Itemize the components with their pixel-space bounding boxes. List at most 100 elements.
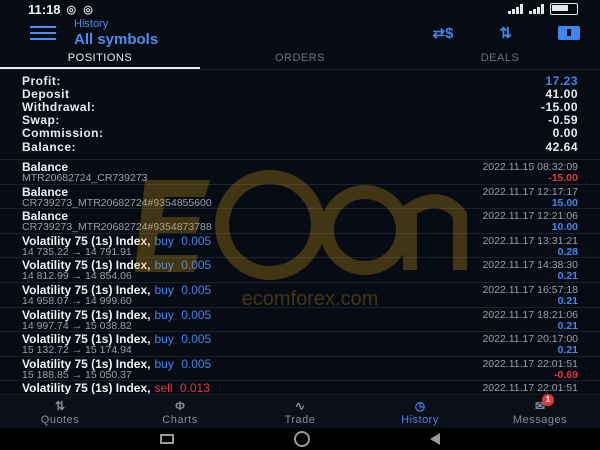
calendar-icon[interactable] bbox=[558, 26, 580, 40]
nav-trade[interactable]: ∿ Trade bbox=[240, 395, 360, 429]
deal-side: buy bbox=[154, 356, 174, 371]
status-time: 11:18 bbox=[28, 1, 61, 17]
deal-amount: 0.21 bbox=[557, 319, 578, 332]
notification-icons: ◎ ◎ bbox=[66, 3, 95, 16]
nav-history[interactable]: ◷ History bbox=[360, 395, 480, 429]
deal-row[interactable]: Volatility 75 (1s) Index, buy 0.005 2022.1… bbox=[0, 355, 600, 381]
recents-icon[interactable] bbox=[160, 434, 174, 444]
trade-icon: ∿ bbox=[294, 398, 306, 413]
summary-label: Withdrawal: bbox=[22, 99, 96, 114]
deal-amount: -15.00 bbox=[548, 172, 578, 184]
summary-value: 41.00 bbox=[545, 86, 578, 101]
deal-date: 2022.11.17 13:31:21 bbox=[482, 234, 578, 247]
deal-amount: 0.21 bbox=[557, 294, 578, 307]
deal-side: buy bbox=[154, 233, 174, 248]
home-icon[interactable] bbox=[294, 431, 310, 447]
unread-badge: 1 bbox=[542, 393, 555, 406]
deal-row[interactable]: Balance 2022.11.15 08:32:09 MTR20682724_C… bbox=[0, 159, 600, 184]
history-tabs: POSITIONS ORDERS DEALS bbox=[0, 48, 600, 70]
messages-icon: ✉ 1 bbox=[535, 393, 555, 413]
status-left: 11:18 ◎ ◎ bbox=[28, 2, 95, 17]
summary-row-commission: Commission: 0.00 bbox=[0, 126, 600, 141]
back-icon[interactable] bbox=[430, 433, 440, 445]
summary-row-deposit: Deposit 41.00 bbox=[0, 86, 600, 101]
deal-amount: 0.28 bbox=[557, 245, 578, 258]
deal-volume: 0.005 bbox=[181, 282, 212, 297]
deal-details: MTR20682724_CR739273 bbox=[22, 172, 148, 184]
deal-volume: 0.005 bbox=[181, 307, 212, 322]
deal-row[interactable]: Volatility 75 (1s) Index, buy 0.005 2022.1… bbox=[0, 331, 600, 356]
currency-exchange-icon[interactable]: ⇄$ bbox=[433, 24, 454, 42]
history-icon: ◷ bbox=[414, 398, 426, 413]
deal-side: buy bbox=[154, 332, 174, 347]
deal-details: 15 132.72 → 15 174.94 bbox=[22, 344, 132, 357]
deal-date: 2022.11.17 12:17:17 bbox=[482, 185, 578, 198]
deal-volume: 0.005 bbox=[181, 332, 212, 347]
system-navigation-bar bbox=[0, 428, 600, 450]
deal-row[interactable]: Volatility 75 (1s) Index, buy 0.005 2022.1… bbox=[0, 306, 600, 332]
deal-date: 2022.11.17 22:01:51 bbox=[482, 357, 578, 370]
deal-row[interactable]: Volatility 75 (1s) Index, buy 0.005 2022.1… bbox=[0, 257, 600, 282]
summary-label: Profit: bbox=[22, 73, 61, 88]
signal-icon-2 bbox=[529, 4, 544, 14]
status-bar: 11:18 ◎ ◎ bbox=[0, 0, 600, 18]
deal-side: buy bbox=[154, 282, 174, 297]
summary-row-withdrawal: Withdrawal: -15.00 bbox=[0, 99, 600, 114]
deal-date: 2022.11.17 22:01:51 bbox=[482, 382, 578, 395]
nav-charts[interactable]: Φ Charts bbox=[120, 395, 240, 429]
signal-icon bbox=[508, 4, 523, 14]
deal-amount: 0.21 bbox=[557, 270, 578, 283]
summary-label: Deposit bbox=[22, 86, 70, 101]
deal-volume: 0.005 bbox=[181, 258, 212, 273]
header-actions: ⇄$ ⇅ bbox=[433, 24, 580, 42]
header-titles: History All symbols bbox=[74, 19, 158, 48]
deal-details: 14 735.22 → 14 791.91 bbox=[22, 245, 132, 258]
deal-side: buy bbox=[154, 307, 174, 322]
summary-label: Swap: bbox=[22, 113, 60, 128]
deal-amount: 10.00 bbox=[551, 221, 578, 234]
summary-value: -0.59 bbox=[548, 113, 578, 128]
summary-panel: Profit: 17.23 Deposit 41.00 Withdrawal: … bbox=[0, 73, 600, 154]
deal-volume: 0.005 bbox=[181, 356, 212, 371]
deal-details: CR739273_MTR20682724#9354855600 bbox=[22, 196, 212, 209]
tab-deals[interactable]: DEALS bbox=[400, 48, 600, 69]
deal-amount: 15.00 bbox=[551, 196, 578, 209]
deal-date: 2022.11.17 18:21:06 bbox=[482, 308, 578, 321]
deal-details: 15 188.85 → 15 050.37 bbox=[22, 368, 132, 381]
nav-label: Trade bbox=[284, 413, 316, 426]
deal-details: CR739273_MTR20682724#9354873788 bbox=[22, 221, 212, 234]
nav-quotes[interactable]: ⇅ Quotes bbox=[0, 395, 120, 429]
tab-orders[interactable]: ORDERS bbox=[200, 48, 400, 69]
deal-amount: 0.21 bbox=[557, 344, 578, 357]
deal-row[interactable]: Volatility 75 (1s) Index, buy 0.005 2022.1… bbox=[0, 281, 600, 307]
summary-value: -15.00 bbox=[540, 99, 578, 114]
tab-positions[interactable]: POSITIONS bbox=[0, 48, 200, 69]
nav-label: Messages bbox=[512, 413, 568, 426]
sort-icon[interactable]: ⇅ bbox=[499, 24, 512, 42]
bottom-navigation: ⇅ Quotes Φ Charts ∿ Trade ◷ History ✉ 1 … bbox=[0, 393, 600, 429]
battery-icon bbox=[550, 3, 578, 15]
app-header: History All symbols ⇄$ ⇅ bbox=[0, 18, 600, 48]
menu-icon[interactable] bbox=[30, 26, 56, 40]
deal-details: 14 958.07 → 14 999.60 bbox=[22, 294, 132, 307]
nav-label: History bbox=[401, 413, 439, 426]
summary-row-profit: Profit: 17.23 bbox=[0, 73, 600, 88]
nav-messages[interactable]: ✉ 1 Messages bbox=[480, 393, 600, 429]
quotes-icon: ⇅ bbox=[54, 398, 66, 413]
symbol-filter[interactable]: All symbols bbox=[74, 32, 158, 47]
summary-label: Balance: bbox=[22, 139, 77, 154]
status-right bbox=[508, 3, 578, 15]
deal-row[interactable]: Balance 2022.11.17 12:17:17 CR739273_MTR2… bbox=[0, 183, 600, 209]
charts-icon: Φ bbox=[175, 398, 185, 413]
deal-side: buy bbox=[154, 258, 174, 273]
summary-value: 42.64 bbox=[545, 139, 578, 154]
deal-row[interactable]: Volatility 75 (1s) Index, buy 0.005 2022.1… bbox=[0, 232, 600, 258]
deal-row[interactable]: Balance 2022.11.17 12:21:06 CR739273_MTR2… bbox=[0, 208, 600, 233]
summary-label: Commission: bbox=[22, 126, 104, 141]
summary-row-balance: Balance: 42.64 bbox=[0, 139, 600, 154]
summary-value: 0.00 bbox=[552, 126, 578, 141]
deals-list: Balance 2022.11.15 08:32:09 MTR20682724_C… bbox=[0, 159, 600, 405]
deal-volume: 0.005 bbox=[181, 233, 212, 248]
deal-amount: -0.69 bbox=[554, 368, 578, 381]
summary-row-swap: Swap: -0.59 bbox=[0, 113, 600, 128]
